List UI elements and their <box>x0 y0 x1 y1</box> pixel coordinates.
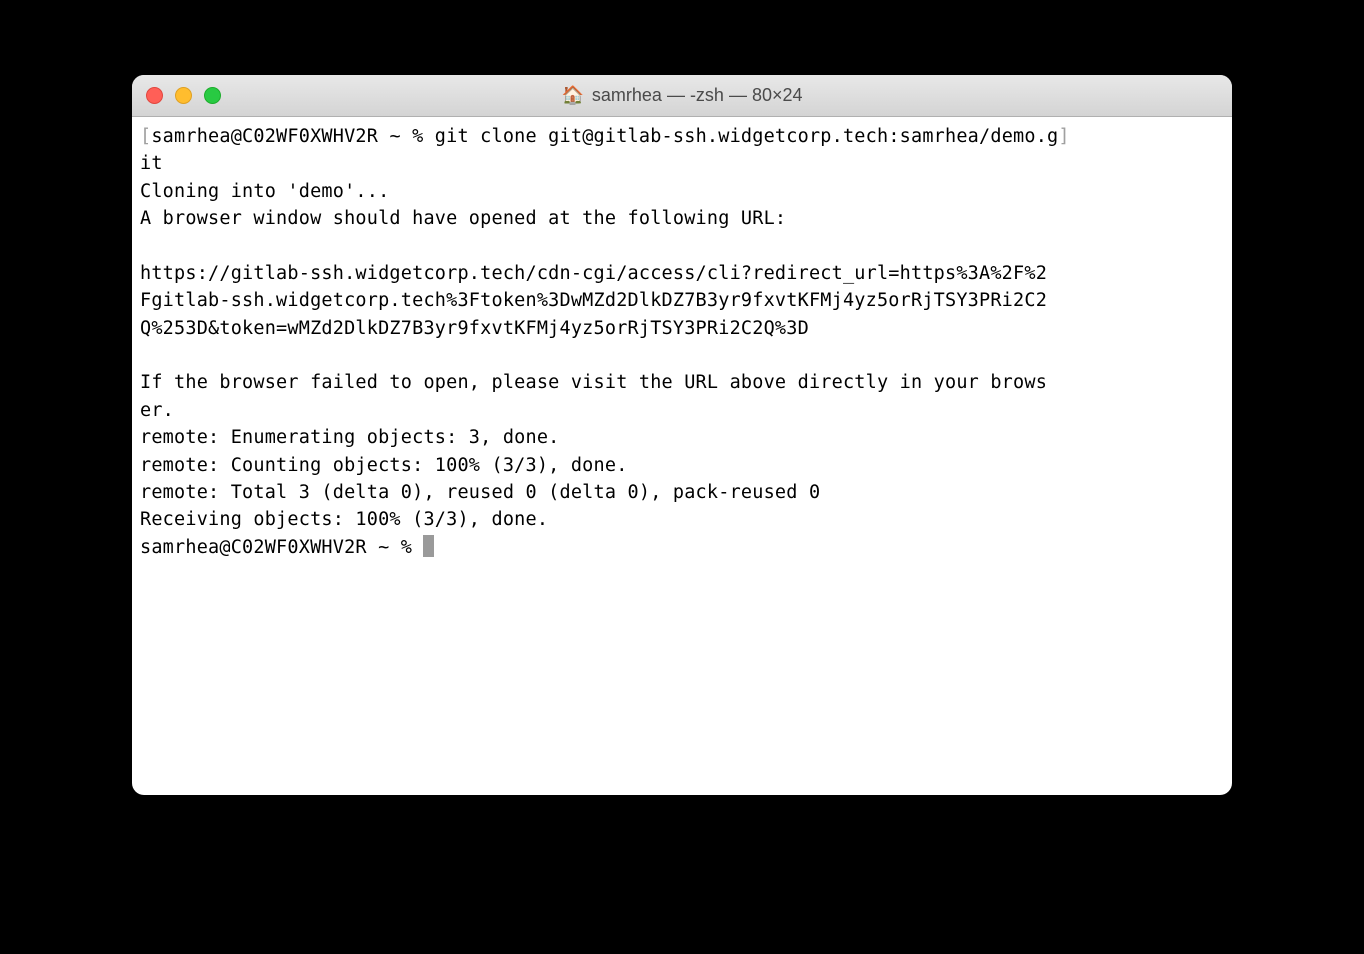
prompt-close-bracket: ] <box>1058 126 1069 147</box>
output-url-line-3: Q%253D&token=wMZd2DlkDZ7B3yr9fxvtKFMj4yz… <box>140 315 1224 342</box>
minimize-button[interactable] <box>175 87 192 104</box>
home-icon: 🏠 <box>561 87 583 105</box>
prompt-open-bracket: [ <box>140 126 151 147</box>
blank-line <box>140 342 1224 369</box>
prompt-user-host-2: samrhea@C02WF0XWHV2R ~ % <box>140 537 423 558</box>
blank-line <box>140 233 1224 260</box>
traffic-lights <box>146 87 221 104</box>
terminal-window: 🏠 samrhea — -zsh — 80×24 [samrhea@C02WF0… <box>132 75 1232 795</box>
output-cloning: Cloning into 'demo'... <box>140 178 1224 205</box>
output-browser-msg: A browser window should have opened at t… <box>140 205 1224 232</box>
close-button[interactable] <box>146 87 163 104</box>
window-title-container: 🏠 samrhea — -zsh — 80×24 <box>561 85 802 106</box>
output-fallback-line-1: If the browser failed to open, please vi… <box>140 369 1224 396</box>
command-wrap-line: it <box>140 150 1224 177</box>
command-text: git clone git@gitlab-ssh.widgetcorp.tech… <box>435 126 1059 147</box>
output-url-line-2: Fgitlab-ssh.widgetcorp.tech%3Ftoken%3DwM… <box>140 287 1224 314</box>
terminal-content[interactable]: [samrhea@C02WF0XWHV2R ~ % git clone git@… <box>132 117 1232 795</box>
prompt-user-host: samrhea@C02WF0XWHV2R ~ % <box>151 126 434 147</box>
output-remote-enumerating: remote: Enumerating objects: 3, done. <box>140 424 1224 451</box>
cursor <box>423 535 434 557</box>
output-remote-counting: remote: Counting objects: 100% (3/3), do… <box>140 452 1224 479</box>
output-fallback-line-2: er. <box>140 397 1224 424</box>
prompt-line-1: [samrhea@C02WF0XWHV2R ~ % git clone git@… <box>140 123 1224 150</box>
output-url-line-1: https://gitlab-ssh.widgetcorp.tech/cdn-c… <box>140 260 1224 287</box>
prompt-line-2: samrhea@C02WF0XWHV2R ~ % <box>140 534 1224 561</box>
titlebar[interactable]: 🏠 samrhea — -zsh — 80×24 <box>132 75 1232 117</box>
output-remote-total: remote: Total 3 (delta 0), reused 0 (del… <box>140 479 1224 506</box>
maximize-button[interactable] <box>204 87 221 104</box>
window-title: samrhea — -zsh — 80×24 <box>592 85 803 106</box>
output-receiving: Receiving objects: 100% (3/3), done. <box>140 506 1224 533</box>
